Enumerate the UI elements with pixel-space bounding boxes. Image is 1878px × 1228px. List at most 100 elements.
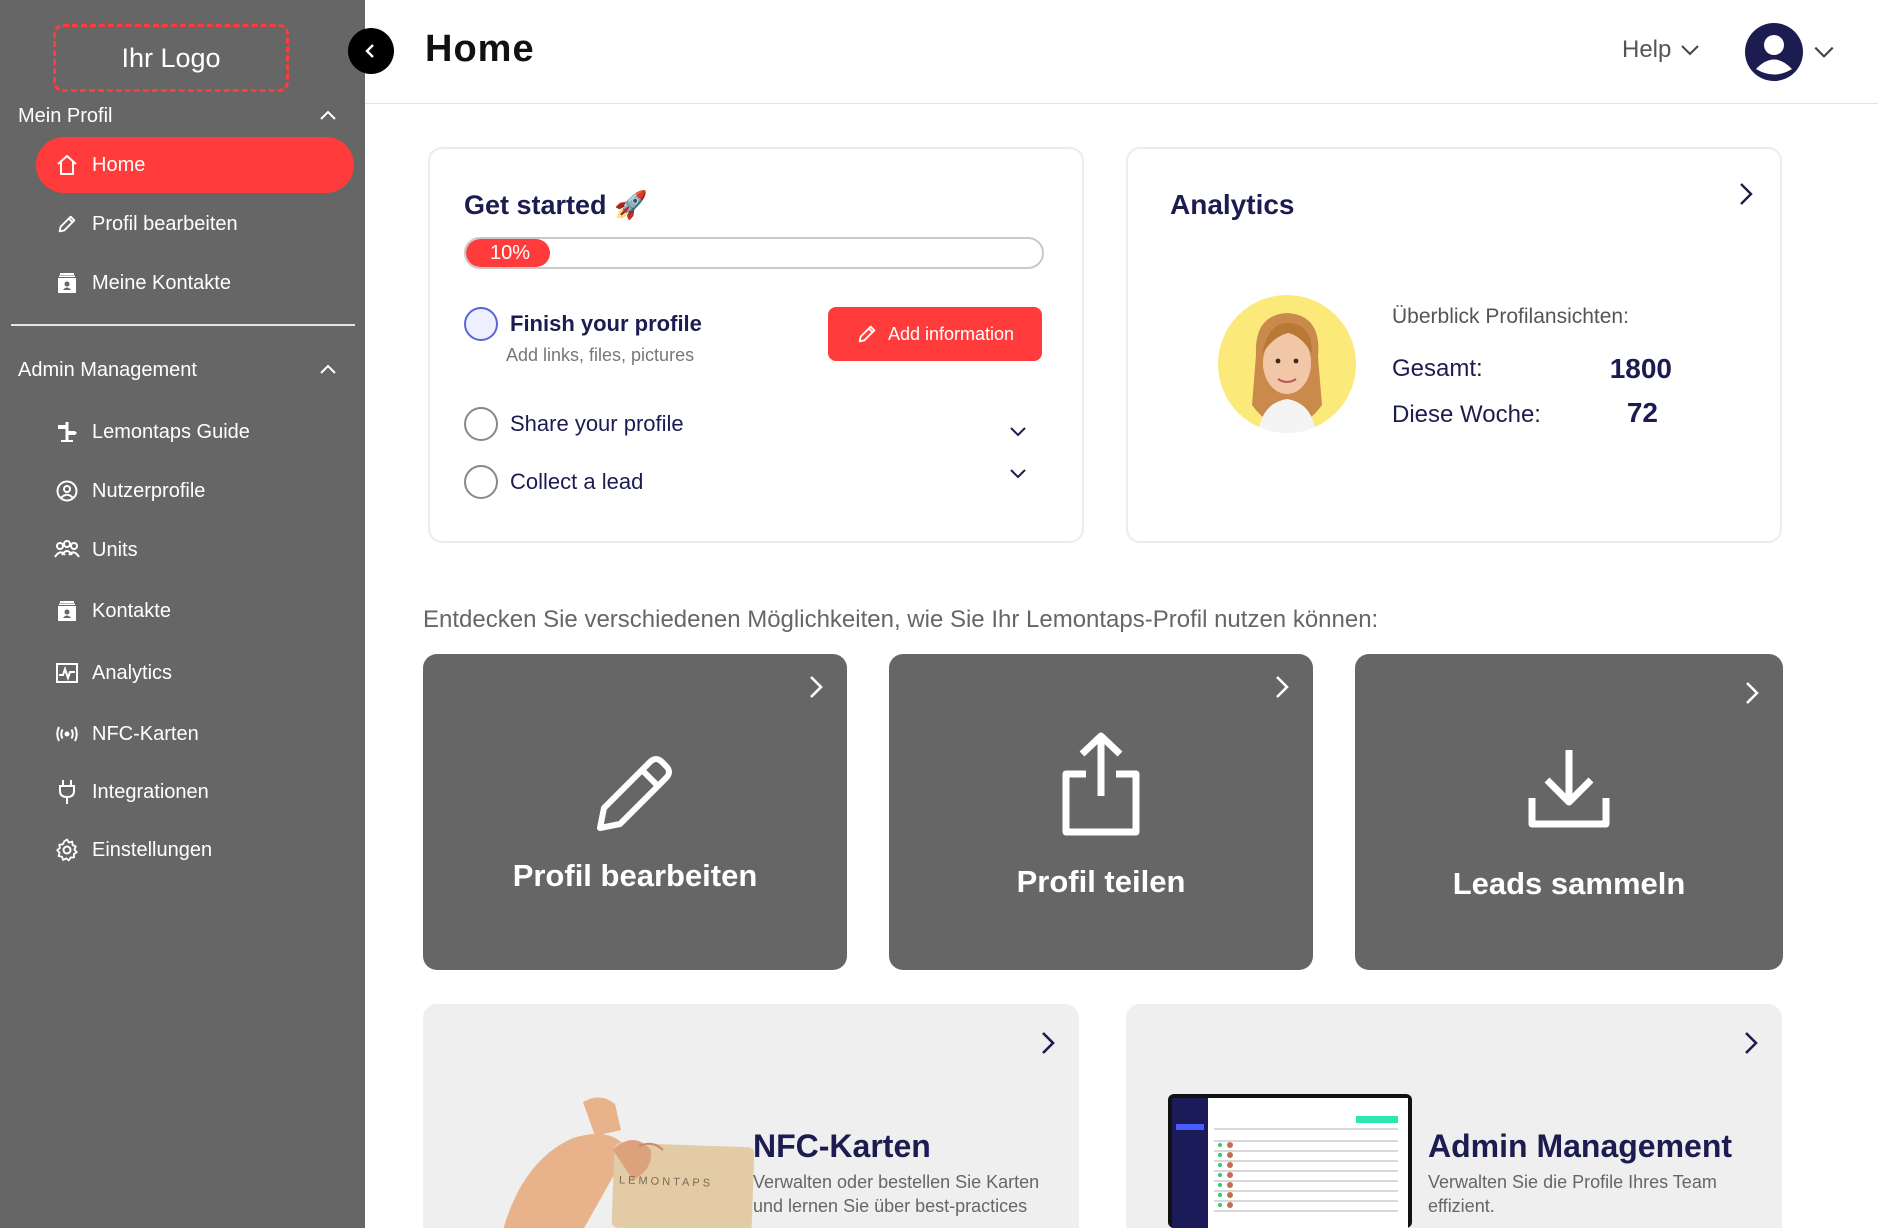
contacts-icon [54, 598, 80, 624]
sidebar-item-lemontaps-guide[interactable]: Lemontaps Guide [36, 404, 354, 460]
sidebar-divider [11, 324, 355, 326]
chevron-left-icon [365, 44, 374, 58]
tile-leads-sammeln[interactable]: Leads sammeln [1355, 654, 1783, 970]
sidebar-item-label: Analytics [92, 661, 173, 684]
task-share-profile[interactable]: Share your profile [464, 407, 684, 441]
section-mein-profil[interactable]: Mein Profil [18, 101, 338, 131]
sidebar-item-label: Kontakte [92, 599, 171, 622]
sidebar-item-kontakte[interactable]: Kontakte [36, 583, 354, 639]
help-menu[interactable]: Help [1622, 36, 1701, 64]
sidebar-item-label: Lemontaps Guide [92, 420, 250, 443]
chevron-right-icon [810, 676, 823, 698]
chevron-down-icon[interactable] [1006, 419, 1030, 443]
chevron-down-icon [1814, 46, 1834, 58]
task-label: Finish your profile [510, 311, 702, 336]
collapse-sidebar-button[interactable] [348, 28, 394, 74]
sidebar-item-einstellungen[interactable]: Einstellungen [36, 822, 354, 878]
analytics-total-value: 1800 [1609, 353, 1672, 384]
pencil-icon [54, 211, 80, 237]
chevron-up-icon [320, 364, 336, 374]
plug-icon [54, 779, 80, 805]
download-icon [1528, 750, 1610, 828]
analytics-total-label: Gesamt: [1392, 355, 1483, 382]
admin-management-description: Verwalten Sie die Profile Ihres Team eff… [1428, 1172, 1717, 1216]
progress-label: 10% [490, 241, 531, 264]
analytics-week-label: Diese Woche: [1392, 401, 1541, 428]
chevron-right-icon [1746, 682, 1759, 704]
sidebar-item-profil-bearbeiten[interactable]: Profil bearbeiten [36, 196, 354, 252]
nfc-karten-card[interactable]: LEMONTAPS NFC-Karten Verwalten oder best… [423, 1004, 1079, 1228]
nfc-icon [54, 721, 80, 747]
group-icon [54, 537, 80, 563]
tile-profil-teilen[interactable]: Profil teilen [889, 654, 1313, 970]
contacts-icon [54, 270, 80, 296]
nfc-card-image [503, 1097, 755, 1228]
task-checkbox[interactable] [464, 465, 498, 499]
nfc-karten-description: Verwalten oder bestellen Sie Karten und … [753, 1172, 1040, 1216]
chevron-up-icon [320, 110, 336, 120]
home-icon [54, 152, 80, 178]
admin-management-card[interactable]: Admin Management Verwalten Sie die Profi… [1126, 1004, 1782, 1228]
sidebar-item-meine-kontakte[interactable]: Meine Kontakte [36, 255, 354, 311]
sidebar-item-nutzerprofile[interactable]: Nutzerprofile [36, 463, 354, 519]
chevron-right-icon [1042, 1032, 1055, 1054]
task-label: Share your profile [510, 411, 684, 436]
task-label: Collect a lead [510, 469, 644, 494]
sidebar-item-integrationen[interactable]: Integrationen [36, 764, 354, 820]
chevron-right-icon [1745, 1032, 1758, 1054]
sidebar-item-nfc-karten[interactable]: NFC-Karten [36, 706, 354, 762]
share-icon [1062, 732, 1140, 836]
sidebar-item-label: Einstellungen [92, 838, 213, 861]
pencil-icon [858, 325, 876, 343]
analytics-week-value: 72 [1626, 397, 1658, 428]
tile-label: Leads sammeln [1452, 866, 1686, 901]
section-admin-management[interactable]: Admin Management [18, 355, 338, 385]
profile-photo [1218, 295, 1356, 433]
logo-placeholder[interactable]: Ihr Logo [53, 24, 289, 92]
sidebar-item-label: NFC-Karten [92, 722, 199, 745]
sidebar: Ihr Logo Mein Profil Home Profil bearbei… [0, 0, 365, 1228]
add-information-label: Add information [887, 323, 1015, 344]
sidebar-item-analytics[interactable]: Analytics [36, 645, 354, 701]
sidebar-item-label: Units [92, 538, 138, 561]
sidebar-item-home[interactable]: Home [36, 137, 354, 193]
tile-label: Profil teilen [1016, 864, 1186, 899]
chevron-down-icon[interactable] [1006, 461, 1030, 485]
discover-text: Entdecken Sie verschiedenen Möglichkeite… [423, 606, 1379, 633]
nfc-karten-title: NFC-Karten [753, 1128, 931, 1164]
admin-dashboard-image [1168, 1094, 1412, 1228]
analytics-card[interactable]: Analytics Überblick Profilansichten: Ges… [1126, 147, 1782, 543]
sidebar-item-label: Integrationen [92, 780, 209, 803]
help-label: Help [1622, 36, 1672, 63]
get-started-card: Get started 🚀 10% Finish your profile Ad… [428, 147, 1084, 543]
add-information-button[interactable]: Add information [828, 307, 1042, 361]
progress-fill: 10% [466, 239, 550, 267]
tile-profil-bearbeiten[interactable]: Profil bearbeiten [423, 654, 847, 970]
sidebar-item-label: Home [92, 153, 146, 176]
header-divider [365, 103, 1878, 104]
analytics-title: Analytics [1170, 189, 1295, 220]
chart-icon [54, 660, 80, 686]
chevron-down-icon [1681, 45, 1700, 56]
signpost-icon [54, 419, 80, 445]
user-avatar-icon [1745, 23, 1803, 81]
admin-management-title: Admin Management [1428, 1128, 1733, 1164]
sidebar-item-units[interactable]: Units [36, 522, 354, 578]
chevron-right-icon [1276, 676, 1289, 698]
task-finish-profile[interactable]: Finish your profile [464, 307, 702, 341]
gear-icon [54, 837, 80, 863]
section-label: Mein Profil [18, 104, 113, 127]
chevron-right-icon[interactable] [1734, 179, 1758, 209]
get-started-title: Get started 🚀 [464, 190, 648, 220]
user-menu[interactable] [1744, 22, 1836, 82]
task-checkbox[interactable] [464, 307, 498, 341]
sidebar-item-label: Profil bearbeiten [92, 212, 238, 235]
sidebar-item-label: Nutzerprofile [92, 479, 206, 502]
task-collect-lead[interactable]: Collect a lead [464, 465, 643, 499]
section-label: Admin Management [18, 358, 197, 381]
pencil-icon [597, 756, 672, 831]
analytics-overview-label: Überblick Profilansichten: [1392, 305, 1629, 328]
task-subtitle: Add links, files, pictures [506, 345, 695, 365]
task-checkbox[interactable] [464, 407, 498, 441]
user-circle-icon [54, 478, 80, 504]
